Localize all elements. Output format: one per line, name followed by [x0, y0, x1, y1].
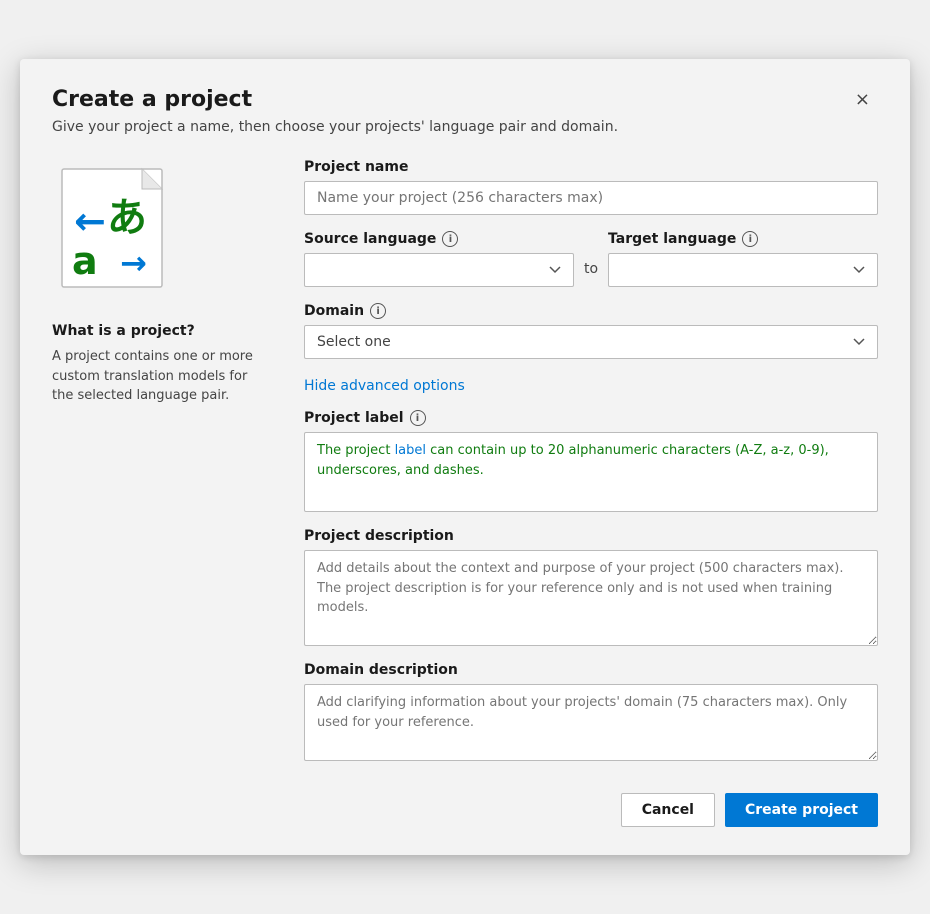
project-label-info-icon: i [410, 410, 426, 426]
domain-description-group: Domain description [304, 662, 878, 761]
hide-advanced-link[interactable]: Hide advanced options [304, 378, 465, 394]
project-description-group: Project description [304, 528, 878, 646]
left-panel: ← あ a → What is a project? A project con… [52, 159, 272, 761]
project-label-hint-blue: label [395, 443, 426, 458]
project-description-input[interactable] [304, 550, 878, 646]
dialog-body: ← あ a → What is a project? A project con… [52, 159, 878, 761]
target-language-select[interactable] [608, 253, 878, 287]
project-label-hint: The project label can contain up to 20 a… [304, 432, 878, 512]
svg-text:あ: あ [107, 195, 147, 241]
translation-icon: ← あ a → [52, 159, 182, 299]
project-icon-wrapper: ← あ a → [52, 159, 272, 303]
language-row: Source language i to Target language i [304, 231, 878, 287]
target-language-group: Target language i [608, 231, 878, 287]
hide-advanced-wrapper: Hide advanced options [304, 375, 878, 394]
project-label-group: Project label i The project label can co… [304, 410, 878, 512]
source-language-label: Source language i [304, 231, 574, 247]
what-is-title: What is a project? [52, 323, 272, 339]
dialog-footer: Cancel Create project [52, 785, 878, 827]
domain-description-label: Domain description [304, 662, 878, 678]
dialog-title: Create a project [52, 87, 252, 112]
source-language-group: Source language i [304, 231, 574, 287]
domain-group: Domain i Select one [304, 303, 878, 359]
to-label: to [584, 261, 598, 287]
project-name-input[interactable] [304, 181, 878, 215]
target-language-info-icon: i [742, 231, 758, 247]
source-language-select[interactable] [304, 253, 574, 287]
right-panel: Project name Source language i to [304, 159, 878, 761]
svg-text:←: ← [74, 199, 106, 243]
svg-text:a: a [72, 239, 98, 283]
target-language-label: Target language i [608, 231, 878, 247]
project-description-label: Project description [304, 528, 878, 544]
project-name-group: Project name [304, 159, 878, 215]
cancel-button[interactable]: Cancel [621, 793, 715, 827]
svg-text:→: → [120, 244, 147, 282]
domain-select[interactable]: Select one [304, 325, 878, 359]
close-button[interactable]: × [847, 87, 878, 113]
dialog-subtitle: Give your project a name, then choose yo… [52, 119, 878, 135]
domain-description-input[interactable] [304, 684, 878, 761]
project-name-label: Project name [304, 159, 878, 175]
create-project-button[interactable]: Create project [725, 793, 878, 827]
project-label-label: Project label i [304, 410, 878, 426]
what-is-text: A project contains one or more custom tr… [52, 347, 272, 406]
domain-label: Domain i [304, 303, 878, 319]
domain-info-icon: i [370, 303, 386, 319]
create-project-dialog: Create a project × Give your project a n… [20, 59, 910, 855]
source-language-info-icon: i [442, 231, 458, 247]
dialog-header: Create a project × [52, 87, 878, 113]
